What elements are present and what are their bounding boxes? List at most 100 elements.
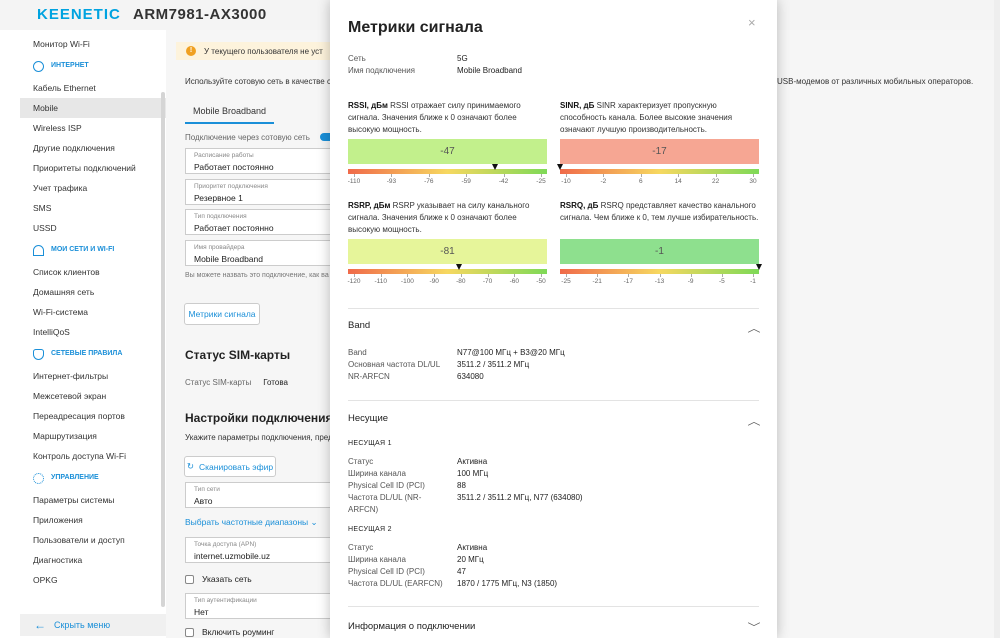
sidebar-item-mobile[interactable]: Mobile	[20, 98, 166, 118]
chevron-down-icon[interactable]: ﹀	[748, 619, 761, 634]
rsrp-tickmark	[460, 274, 462, 277]
info-key: Частота DL/UL (NR-	[348, 493, 422, 502]
sidebar-item-other-connections[interactable]: Другие подключения	[20, 138, 166, 158]
info-value: 5G	[457, 54, 468, 63]
sidebar-item-wifi-system[interactable]: Wi-Fi-система	[20, 302, 166, 322]
sidebar-item-port-forwarding[interactable]: Переадресация портов	[20, 406, 166, 426]
sidebar-section-internet[interactable]: ИНТЕРНЕТ	[20, 54, 166, 78]
rssi-tick-label: -25	[536, 178, 546, 185]
field-value: Работает постоянно	[194, 162, 274, 172]
sidebar-item-system[interactable]: Параметры системы	[20, 490, 166, 510]
sidebar-item-priorities[interactable]: Приоритеты подключений	[20, 158, 166, 178]
priority-field[interactable]: Приоритет подключения Резервное 1	[185, 179, 330, 205]
sidebar-item-opkg[interactable]: OPKG	[20, 570, 166, 590]
sidebar-item-home-network[interactable]: Домашняя сеть	[20, 282, 166, 302]
info-key: Основная частота DL/UL	[348, 360, 441, 369]
sim-status-label: Статус SIM-карты	[185, 378, 252, 387]
divider	[348, 606, 759, 607]
sidebar-item-ussd[interactable]: USSD	[20, 218, 166, 238]
sidebar-item-sms[interactable]: SMS	[20, 198, 166, 218]
rsrq-tick-labels: -25 -21 -17 -13 -9 -5 -1	[560, 278, 759, 288]
rssi-tickmark	[541, 174, 542, 177]
chevron-up-icon[interactable]: ︿	[748, 413, 761, 428]
auth-type-field[interactable]: Тип аутентификации Нет	[185, 593, 330, 619]
sinr-name: SINR, дБ	[560, 101, 595, 110]
globe-icon	[33, 60, 44, 72]
rsrq-tick-label: -25	[561, 278, 571, 285]
sidebar-item-wifi-monitor[interactable]: Монитор Wi-Fi	[20, 34, 166, 54]
close-icon[interactable]: ×	[748, 15, 756, 30]
sidebar-item-apps[interactable]: Приложения	[20, 510, 166, 530]
provider-name-field[interactable]: Имя провайдера Mobile Broadband	[185, 240, 330, 266]
field-value: Работает постоянно	[194, 223, 274, 233]
rsrp-tickmark	[407, 274, 409, 277]
warning-banner: ! У текущего пользователя не уст	[176, 42, 330, 60]
sidebar-item-users[interactable]: Пользователи и доступ	[20, 530, 166, 550]
specify-network-checkbox[interactable]: Указать сеть	[185, 574, 252, 584]
tab-label: Mobile Broadband	[185, 100, 275, 124]
info-value: Mobile Broadband	[457, 66, 522, 75]
checkbox-label: Включить роуминг	[202, 627, 275, 637]
sidebar-item-diagnostics[interactable]: Диагностика	[20, 550, 166, 570]
rssi-tick-labels: -110 -93 -76 -59 -42 -25	[348, 178, 547, 188]
sidebar-item-intelliqos[interactable]: IntelliQoS	[20, 322, 166, 342]
field-label: Расписание работы	[194, 152, 254, 159]
sidebar-item-clients[interactable]: Список клиентов	[20, 262, 166, 282]
rssi-tickmark	[354, 174, 355, 177]
intro-text: Используйте сотовую сеть в качестве с	[185, 77, 330, 86]
select-bands-link[interactable]: Выбрать частотные диапазоны ⌄	[185, 517, 318, 528]
rsrp-tickmark	[487, 274, 489, 277]
page-scrollbar[interactable]	[994, 0, 1000, 638]
carriers-section-title[interactable]: Несущие	[348, 413, 388, 424]
signal-metrics-modal: Метрики сигнала × Сеть 5G Имя подключени…	[330, 0, 777, 638]
signal-metrics-button[interactable]: Метрики сигнала	[184, 303, 260, 325]
carrier-2-heading: НЕСУЩАЯ 2	[348, 526, 392, 533]
info-key: NR-ARFCN	[348, 372, 390, 381]
sidebar-item-wisp[interactable]: Wireless ISP	[20, 118, 166, 138]
collapse-menu-button[interactable]: ← Скрыть меню	[20, 614, 166, 636]
chevron-up-icon[interactable]: ︿	[748, 320, 761, 335]
info-key: Частота DL/UL (EARFCN)	[348, 579, 443, 588]
info-key: Статус	[348, 543, 374, 552]
sidebar-item-filters[interactable]: Интернет-фильтры	[20, 366, 166, 386]
connection-info-section-title[interactable]: Информация о подключении	[348, 621, 475, 632]
network-type-field[interactable]: Тип сети Авто	[185, 482, 330, 508]
info-value: 1870 / 1775 МГц, N3 (1850)	[457, 579, 558, 588]
field-label: Тип подключения	[194, 213, 247, 220]
rsrq-name: RSRQ, дБ	[560, 201, 599, 210]
sidebar-section-mynet[interactable]: МОИ СЕТИ И WI-FI	[20, 238, 166, 262]
sidebar-item-firewall[interactable]: Межсетевой экран	[20, 386, 166, 406]
rsrp-tickmark	[434, 274, 436, 277]
info-key: Physical Cell ID (PCI)	[348, 567, 425, 576]
sidebar-item-wifi-access[interactable]: Контроль доступа Wi-Fi	[20, 446, 166, 466]
info-key: Статус	[348, 457, 374, 466]
roaming-checkbox[interactable]: Включить роуминг	[185, 627, 274, 637]
keenetic-logo[interactable]: KEENETIC	[37, 6, 121, 23]
sidebar-scrollbar[interactable]	[161, 92, 165, 607]
tab-mobile-broadband[interactable]: Mobile Broadband	[185, 100, 330, 125]
connection-type-field[interactable]: Тип подключения Работает постоянно	[185, 209, 330, 235]
rsrq-value: -1	[560, 239, 759, 264]
sinr-tickmarks	[560, 174, 759, 177]
rsrq-level-marker	[756, 264, 762, 270]
sidebar-item-routing[interactable]: Маршрутизация	[20, 426, 166, 446]
scan-air-button[interactable]: ↻ Сканировать эфир	[184, 456, 276, 477]
sinr-tickmark	[678, 174, 680, 177]
sidebar-item-ethernet[interactable]: Кабель Ethernet	[20, 78, 166, 98]
sidebar-item-traffic[interactable]: Учет трафика	[20, 178, 166, 198]
schedule-field[interactable]: Расписание работы Работает постоянно	[185, 148, 330, 174]
refresh-icon: ↻	[186, 461, 194, 471]
info-key: ARFCN)	[348, 505, 379, 514]
rssi-level-marker	[492, 164, 499, 170]
sinr-tick-label: -10	[561, 178, 571, 185]
info-value: Активна	[457, 457, 488, 466]
band-section-title[interactable]: Band	[348, 320, 370, 331]
rsrp-tick-label: -100	[400, 278, 414, 285]
rsrq-tickmark	[659, 274, 661, 277]
field-value: Резервное 1	[194, 193, 243, 203]
apn-field[interactable]: Точка доступа (APN) internet.uzmobile.uz	[185, 537, 330, 563]
sidebar-section-manage[interactable]: УПРАВЛЕНИЕ	[20, 466, 166, 490]
sidebar-section-rules[interactable]: СЕТЕВЫЕ ПРАВИЛА	[20, 342, 166, 366]
rsrq-description: RSRQ, дБ RSRQ представляет качество кана…	[560, 201, 759, 222]
rsrq-tick-label: -5	[718, 278, 725, 285]
